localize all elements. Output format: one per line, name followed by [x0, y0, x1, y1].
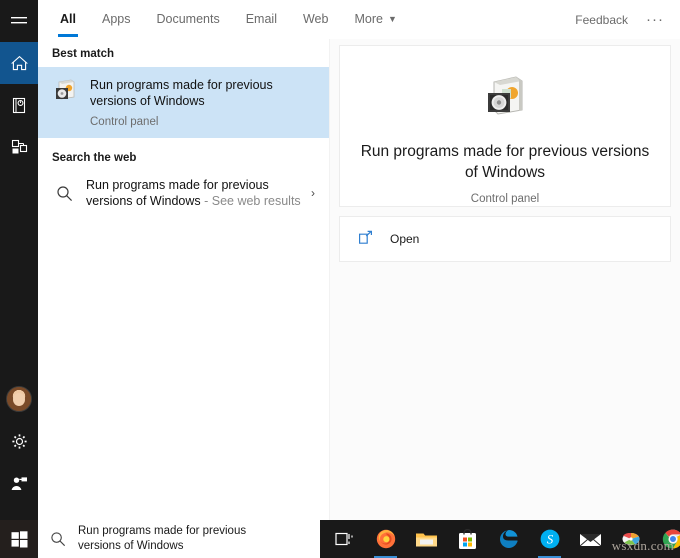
tab-apps-label: Apps [101, 12, 131, 26]
task-view-icon[interactable] [324, 520, 365, 558]
best-match-text: Run programs made for previous versions … [90, 77, 321, 128]
settings-gear-icon[interactable] [0, 420, 38, 462]
best-match-title: Run programs made for previous versions … [90, 78, 273, 108]
start-left-rail [0, 0, 38, 520]
hamburger-menu-icon[interactable] [0, 0, 38, 42]
open-button[interactable]: Open [390, 232, 419, 246]
avatar [6, 386, 32, 412]
tab-documents-label: Documents [156, 12, 220, 26]
search-input[interactable]: Run programs made for previous versions … [78, 524, 288, 554]
tab-all-label: All [60, 12, 76, 26]
program-compatibility-icon [52, 77, 78, 103]
preview-column: Run programs made for previous versions … [330, 39, 680, 520]
taskbar: Run programs made for previous versions … [0, 520, 680, 558]
tab-documents[interactable]: Documents [156, 2, 219, 37]
web-result-title: Run programs made for previous versions … [86, 177, 307, 209]
windows-search-screen: All Apps Documents Email Web More ▼ Feedb… [0, 0, 680, 558]
sidebar-item-home[interactable] [0, 42, 38, 84]
taskbar-search-box[interactable]: Run programs made for previous versions … [38, 520, 320, 558]
start-button[interactable] [0, 520, 38, 558]
search-icon [50, 531, 66, 547]
power-person-icon[interactable] [0, 462, 38, 504]
best-match-heading: Best match [52, 48, 114, 60]
web-result-text: Run programs made for previous versions … [86, 177, 307, 209]
tab-web-label: Web [302, 12, 329, 26]
mail-icon[interactable] [570, 520, 611, 558]
file-explorer-icon[interactable] [406, 520, 447, 558]
tab-all[interactable]: All [58, 2, 78, 37]
chevron-down-icon: ▼ [387, 14, 397, 24]
search-results-panel: All Apps Documents Email Web More ▼ Feedb… [38, 0, 680, 520]
tab-more-label: More [354, 12, 383, 26]
overflow-menu-icon[interactable]: ··· [646, 11, 664, 28]
microsoft-store-icon[interactable] [447, 520, 488, 558]
preview-actions-card: Open [339, 216, 671, 262]
tab-email-label: Email [245, 12, 277, 26]
tab-more[interactable]: More ▼ [354, 2, 396, 37]
microsoft-edge-icon[interactable] [488, 520, 529, 558]
results-column: Best match Run programs made for previou… [38, 39, 330, 520]
sidebar-item-apps[interactable] [0, 126, 38, 168]
open-external-icon [358, 230, 376, 248]
account-avatar[interactable] [0, 378, 38, 420]
tab-apps[interactable]: Apps [102, 2, 131, 37]
sidebar-item-documents[interactable] [0, 84, 38, 126]
panel-body: Best match Run programs made for previou… [38, 39, 680, 520]
preview-title: Run programs made for previous versions … [360, 143, 650, 181]
preview-card: Run programs made for previous versions … [339, 45, 671, 207]
search-icon [52, 181, 76, 205]
header-right-actions: Feedback ··· [575, 0, 670, 39]
firefox-icon[interactable] [365, 520, 406, 558]
feedback-button[interactable]: Feedback [575, 13, 628, 27]
tab-email[interactable]: Email [246, 2, 277, 37]
watermark: wsxdn.com [611, 538, 674, 553]
tab-web[interactable]: Web [303, 2, 328, 37]
chevron-right-icon[interactable]: › [307, 186, 321, 200]
best-match-subtitle: Control panel [90, 116, 159, 128]
search-filter-tabs: All Apps Documents Email Web More ▼ Feedb… [38, 0, 680, 39]
preview-subtitle: Control panel [470, 193, 540, 205]
preview-app-icon [481, 72, 529, 120]
search-web-heading: Search the web [52, 152, 137, 164]
web-result-row[interactable]: Run programs made for previous versions … [38, 171, 329, 219]
svg-text:S: S [546, 532, 553, 547]
skype-icon[interactable]: S [529, 520, 570, 558]
best-match-result[interactable]: Run programs made for previous versions … [38, 67, 329, 138]
web-result-suffix: - See web results [200, 194, 301, 208]
avatar-face [13, 393, 25, 406]
